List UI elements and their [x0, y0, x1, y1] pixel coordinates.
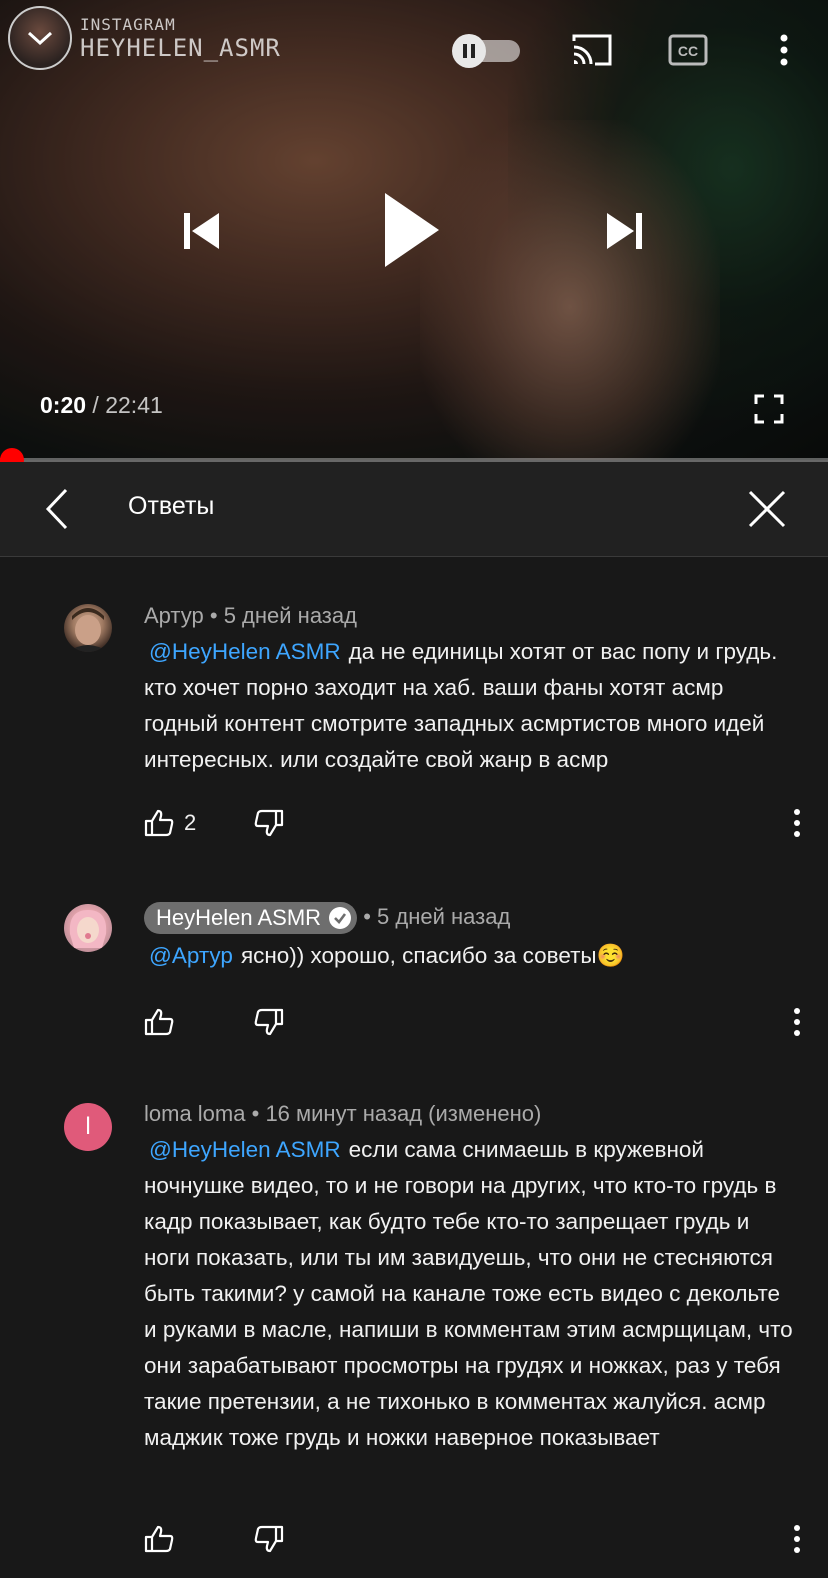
avatar[interactable] [64, 604, 112, 652]
captions-button[interactable]: CC [666, 30, 710, 70]
replies-header: Ответы [0, 462, 828, 557]
comment-actions [144, 1519, 804, 1559]
comment-meta: Артур • 5 дней назад [144, 600, 794, 632]
dislike-button[interactable] [254, 803, 284, 843]
comment-time: 16 минут назад (изменено) [265, 1101, 542, 1126]
comment-text: @HeyHelen ASMR да не единицы хотят от вас… [144, 634, 794, 778]
mention-link[interactable]: @HeyHelen ASMR [149, 639, 341, 664]
comment-content: если сама снимаешь в кружевной ночнушке … [144, 1137, 793, 1450]
cast-button[interactable] [570, 30, 614, 70]
comment-time: 5 дней назад [223, 603, 357, 628]
autoplay-toggle[interactable] [452, 34, 522, 68]
time-separator: / [86, 392, 106, 418]
mention-link[interactable]: @HeyHelen ASMR [149, 1137, 341, 1162]
comment-more-button[interactable] [782, 1002, 812, 1042]
mention-link[interactable]: @Артур [149, 943, 233, 968]
avatar[interactable] [64, 904, 112, 952]
comment-time: 5 дней назад [377, 904, 511, 929]
closed-captions-icon: CC [668, 34, 708, 66]
current-time: 0:20 [40, 392, 87, 418]
comment-body: Артур • 5 дней назад @HeyHelen ASMR да не… [144, 600, 794, 778]
avatar-image [68, 608, 108, 652]
thumbs-down-icon [254, 809, 284, 837]
comment-body: loma loma • 16 минут назад (изменено) @H… [144, 1098, 794, 1456]
like-button[interactable] [144, 1002, 184, 1042]
comment-meta: HeyHelen ASMR • 5 дней назад [144, 901, 794, 935]
close-icon [748, 490, 786, 528]
play-icon [385, 193, 439, 267]
avatar-letter: l [85, 1113, 91, 1140]
video-duration: 22:41 [105, 392, 163, 418]
watermark-line-1: INSTAGRAM [80, 14, 176, 34]
more-vertical-icon [780, 34, 788, 66]
back-button[interactable] [32, 484, 82, 534]
video-player[interactable]: INSTAGRAM HEYHELEN_ASMR CC 0:20 / 22:41 [0, 0, 828, 460]
comment-content: ясно)) хорошо, спасибо за советы☺️ [240, 943, 625, 969]
thumbs-up-icon [144, 1008, 174, 1036]
dot-separator: • [209, 603, 218, 628]
more-vertical-icon [794, 809, 800, 837]
dislike-button[interactable] [254, 1002, 284, 1042]
comment-meta: loma loma • 16 минут назад (изменено) [144, 1098, 794, 1130]
pause-icon [463, 44, 475, 58]
watermark-text: INSTAGRAM HEYHELEN_ASMR [80, 15, 281, 62]
next-video-button[interactable] [600, 206, 650, 256]
play-button[interactable] [376, 188, 446, 272]
comment-actions: 2 [144, 803, 804, 843]
comment-text: @Артур ясно)) хорошо, спасибо за советы☺️ [144, 938, 794, 974]
avatar-image [69, 910, 107, 948]
dislike-button[interactable] [254, 1519, 284, 1559]
comment-author: HeyHelen ASMR [156, 905, 322, 931]
previous-video-button[interactable] [176, 206, 226, 256]
close-button[interactable] [742, 484, 792, 534]
player-more-button[interactable] [762, 30, 806, 70]
comment-actions [144, 1002, 804, 1042]
dot-separator: • [251, 1101, 260, 1126]
comment-author[interactable]: loma loma [144, 1101, 245, 1126]
avatar[interactable]: l [64, 1103, 112, 1151]
fullscreen-button[interactable] [748, 388, 790, 430]
more-vertical-icon [794, 1008, 800, 1036]
replies-title: Ответы [128, 492, 215, 520]
thumbs-down-icon [254, 1525, 284, 1553]
thumbs-up-icon [144, 809, 174, 837]
like-button[interactable] [144, 1519, 184, 1559]
thumbs-down-icon [254, 1008, 284, 1036]
svg-text:CC: CC [678, 43, 698, 59]
fullscreen-icon [754, 394, 784, 424]
watermark-line-2: HEYHELEN_ASMR [80, 33, 281, 62]
minimize-player-button[interactable] [8, 6, 72, 70]
comment-author[interactable]: Артур [144, 603, 204, 628]
comment-text: @HeyHelen ASMR если сама снимаешь в круже… [144, 1132, 794, 1456]
dot-separator: • [363, 904, 371, 929]
cast-icon [572, 34, 612, 66]
comment-more-button[interactable] [782, 1519, 812, 1559]
thumbs-up-icon [144, 1525, 174, 1553]
creator-author-chip[interactable]: HeyHelen ASMR [144, 902, 358, 935]
more-vertical-icon [794, 1525, 800, 1553]
autoplay-knob [452, 34, 486, 68]
time-display: 0:20 / 22:41 [40, 392, 163, 419]
verified-check-icon [329, 907, 352, 930]
like-button[interactable]: 2 [144, 803, 196, 843]
skip-next-icon [607, 213, 642, 249]
comment-body: HeyHelen ASMR • 5 дней назад @Артур ясно)… [144, 901, 794, 974]
chevron-down-icon [27, 31, 53, 46]
back-arrow-icon [45, 488, 68, 530]
like-count: 2 [184, 810, 197, 835]
skip-previous-icon [184, 213, 219, 249]
channel-watermark: INSTAGRAM HEYHELEN_ASMR [8, 6, 281, 70]
comment-more-button[interactable] [782, 803, 812, 843]
